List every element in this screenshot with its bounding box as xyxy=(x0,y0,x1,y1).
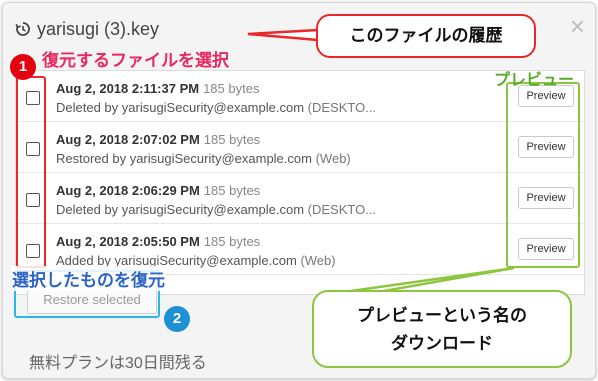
history-icon xyxy=(15,21,31,37)
version-source: (Web) xyxy=(315,151,351,166)
list-item: Aug 2, 2018 2:06:29 PM 185 bytes Deleted … xyxy=(16,173,584,224)
dialog-titlebar: yarisugi (3).key xyxy=(15,17,159,41)
label-select-file: 復元するファイルを選択 xyxy=(42,51,229,70)
version-list: Aug 2, 2018 2:11:37 PM 185 bytes Deleted … xyxy=(15,70,585,295)
version-source: (DESKTO... xyxy=(307,202,377,217)
list-item: Aug 2, 2018 2:07:02 PM 185 bytes Restored… xyxy=(16,122,584,173)
version-date: Aug 2, 2018 2:06:29 PM xyxy=(56,183,200,198)
version-date: Aug 2, 2018 2:07:02 PM xyxy=(56,132,200,147)
dialog-title: yarisugi (3).key xyxy=(37,18,160,39)
version-action: Restored by yarisugiSecurity@example.com xyxy=(56,151,312,166)
callout-preview-line1: プレビューという名の xyxy=(357,306,527,325)
step-2-badge: 2 xyxy=(164,306,190,332)
version-source: (Web) xyxy=(300,253,336,268)
footer-note: 無料プランは30日間残る xyxy=(29,355,207,372)
version-action: Deleted by yarisugiSecurity@example.com xyxy=(56,100,305,115)
version-source: (DESKTO... xyxy=(307,100,377,115)
step-1-badge: 1 xyxy=(10,54,36,80)
annotation-checkbox-highlight xyxy=(16,76,46,268)
label-restore-selected: 選択したものを復元 xyxy=(12,266,165,291)
version-date: Aug 2, 2018 2:11:37 PM xyxy=(56,81,200,96)
callout-preview-download: プレビューという名の ダウンロード xyxy=(312,290,572,368)
label-preview: プレビュー xyxy=(494,72,575,89)
close-icon[interactable]: × xyxy=(570,13,585,39)
version-action: Deleted by yarisugiSecurity@example.com xyxy=(56,202,305,217)
version-date: Aug 2, 2018 2:05:50 PM xyxy=(56,234,200,249)
callout-file-history: このファイルの履歴 xyxy=(316,14,536,58)
annotation-preview-highlight xyxy=(506,82,580,268)
callout-preview-line2: ダウンロード xyxy=(391,334,493,353)
version-size: 185 bytes xyxy=(203,81,260,96)
version-size: 185 bytes xyxy=(203,132,261,147)
version-size: 185 bytes xyxy=(203,234,261,249)
version-size: 185 bytes xyxy=(203,183,261,198)
